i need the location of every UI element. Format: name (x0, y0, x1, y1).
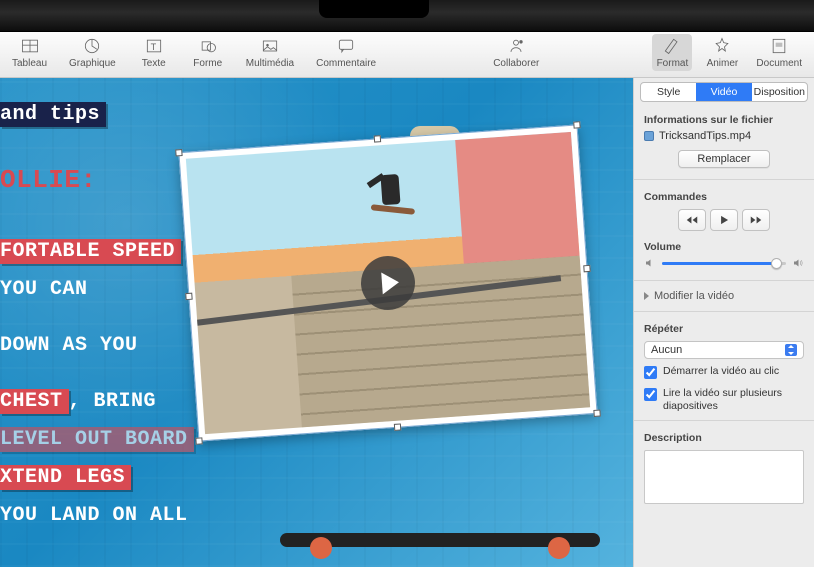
slide-text-line5b: , BRING (69, 389, 163, 414)
toolbar-media-label: Multimédia (246, 58, 294, 69)
toolbar-text-button[interactable]: T Texte (134, 34, 174, 71)
toolbar: Tableau Graphique T Texte Forme Multiméd… (0, 32, 814, 78)
toolbar-animate-label: Animer (707, 58, 739, 69)
shape-icon (197, 36, 219, 56)
rewind-button[interactable] (678, 209, 706, 231)
format-inspector: Style Vidéo Disposition Informations sur… (633, 78, 814, 567)
toolbar-animate-button[interactable]: Animer (702, 34, 742, 71)
play-button[interactable] (710, 209, 738, 231)
edit-video-disclosure[interactable]: Modifier la vidéo (634, 284, 814, 308)
selection-handle[interactable] (583, 265, 590, 272)
repeat-value: Aucun (651, 344, 682, 356)
document-icon (768, 36, 790, 56)
repeat-label: Répéter (634, 315, 814, 339)
text-icon: T (143, 36, 165, 56)
checkbox-start-on-click[interactable]: Démarrer la vidéo au clic (634, 361, 814, 383)
media-icon (259, 36, 281, 56)
checkbox-start-label: Démarrer la vidéo au clic (663, 365, 779, 378)
toolbar-format-button[interactable]: Format (652, 34, 692, 71)
chevron-right-icon (644, 292, 649, 300)
toolbar-media-button[interactable]: Multimédia (242, 34, 298, 71)
repeat-popup[interactable]: Aucun (644, 341, 804, 359)
volume-label: Volume (634, 239, 814, 257)
slide-text-line3b: YOU CAN (0, 277, 94, 302)
slide-canvas[interactable]: and tips OLLIE: FORTABLE SPEED YOU CAN D… (0, 78, 633, 567)
volume-slider[interactable] (662, 262, 786, 265)
bg-skateboard-graphic (280, 527, 600, 557)
toolbar-document-button[interactable]: Document (752, 34, 806, 71)
fileinfo-label: Informations sur le fichier (634, 106, 814, 130)
toolbar-format-label: Format (657, 58, 689, 69)
toolbar-text-label: Texte (142, 58, 166, 69)
toolbar-comment-button[interactable]: Commentaire (312, 34, 380, 71)
play-icon (717, 213, 731, 227)
forward-icon (749, 213, 763, 227)
slide-text-block: and tips OLLIE: FORTABLE SPEED YOU CAN D… (0, 96, 194, 535)
slide-text-line8: YOU LAND ON ALL (0, 503, 194, 528)
description-label: Description (634, 424, 814, 448)
checkbox-play-across-slides[interactable]: Lire la vidéo sur plusieurs diapositives (634, 383, 814, 417)
tab-video[interactable]: Vidéo (696, 83, 751, 101)
slide-text-line1: and tips (0, 102, 106, 127)
slide-text-line5a: CHEST (0, 389, 69, 414)
slide-text-line3a: FORTABLE SPEED (0, 239, 181, 264)
tab-style[interactable]: Style (641, 83, 696, 101)
animate-icon (711, 36, 733, 56)
toolbar-table-label: Tableau (12, 58, 47, 69)
toolbar-shape-button[interactable]: Forme (188, 34, 228, 71)
filename: TricksandTips.mp4 (659, 130, 751, 142)
checkbox-multi-label: Lire la vidéo sur plusieurs diapositives (663, 387, 804, 413)
video-object[interactable] (178, 124, 597, 441)
checkbox-input[interactable] (644, 366, 657, 379)
selection-handle[interactable] (374, 135, 381, 142)
selection-handle[interactable] (195, 437, 202, 444)
toolbar-collaborate-label: Collaborer (493, 58, 539, 69)
toolbar-document-label: Document (756, 58, 802, 69)
slide-text-line4: DOWN AS YOU (0, 333, 144, 358)
volume-high-icon (792, 257, 804, 269)
toolbar-comment-label: Commentaire (316, 58, 376, 69)
selection-handle[interactable] (394, 423, 401, 430)
forward-button[interactable] (742, 209, 770, 231)
chart-icon (81, 36, 103, 56)
slide-text-line6: LEVEL OUT BOARD (0, 427, 194, 452)
toolbar-chart-label: Graphique (69, 58, 116, 69)
edit-video-label: Modifier la vidéo (654, 290, 734, 302)
toolbar-shape-label: Forme (193, 58, 222, 69)
slide-text-line2: OLLIE: (0, 164, 103, 196)
comment-icon (335, 36, 357, 56)
popup-arrows-icon (785, 344, 797, 356)
svg-text:T: T (150, 42, 156, 52)
selection-handle[interactable] (573, 121, 580, 128)
selection-handle[interactable] (593, 409, 600, 416)
collaborate-icon (505, 36, 527, 56)
commands-label: Commandes (634, 183, 814, 207)
inspector-tabs: Style Vidéo Disposition (640, 82, 808, 102)
description-textarea[interactable] (644, 450, 804, 504)
selection-handle[interactable] (185, 293, 192, 300)
file-thumb-icon (644, 131, 654, 141)
selection-handle[interactable] (175, 149, 182, 156)
tab-disposition[interactable]: Disposition (752, 83, 807, 101)
toolbar-table-button[interactable]: Tableau (8, 34, 51, 71)
replace-button[interactable]: Remplacer (678, 150, 769, 168)
slide-text-line7: XTEND LEGS (0, 465, 131, 490)
volume-low-icon (644, 257, 656, 269)
format-icon (661, 36, 683, 56)
checkbox-input[interactable] (644, 388, 657, 401)
rewind-icon (685, 213, 699, 227)
toolbar-collaborate-button[interactable]: Collaborer (489, 34, 543, 71)
table-icon (19, 36, 41, 56)
toolbar-chart-button[interactable]: Graphique (65, 34, 120, 71)
